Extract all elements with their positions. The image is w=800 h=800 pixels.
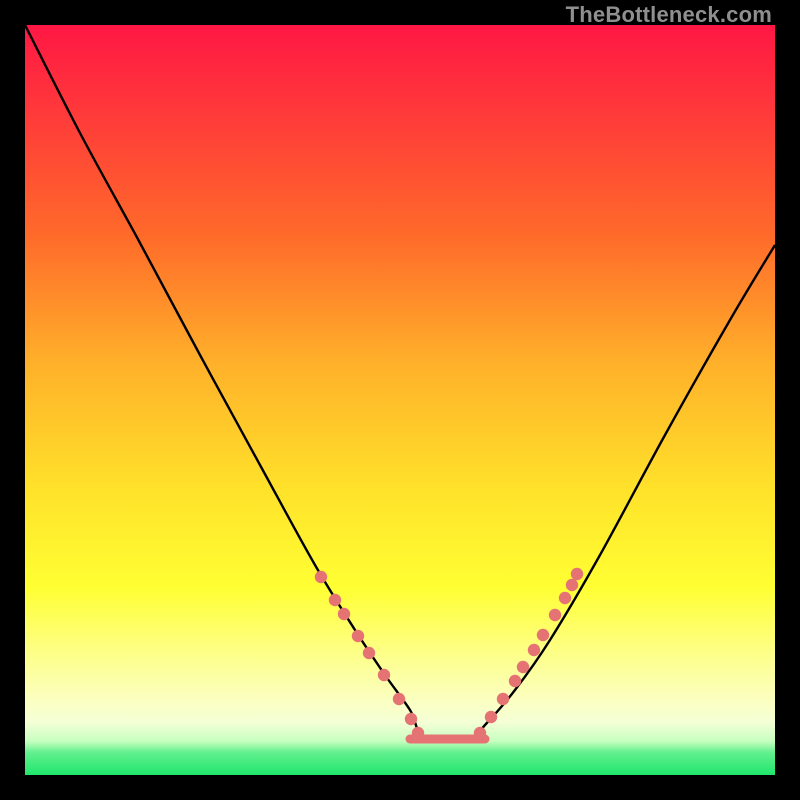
data-marker-dot (528, 644, 540, 656)
chart-plot-area (25, 25, 775, 775)
data-marker-dot (405, 713, 417, 725)
data-marker-dot (378, 669, 390, 681)
data-marker-dot (517, 661, 529, 673)
data-marker-dot (485, 711, 497, 723)
data-marker-dot (338, 608, 350, 620)
data-marker-dot (393, 693, 405, 705)
data-marker-dot (566, 579, 578, 591)
data-marker-dot (549, 609, 561, 621)
data-marker-dot (315, 571, 327, 583)
data-marker-dot (352, 630, 364, 642)
data-marker-dot (559, 592, 571, 604)
data-marker-dot (509, 675, 521, 687)
bottleneck-chart (25, 25, 775, 775)
data-marker-dot (329, 594, 341, 606)
data-marker-dot (571, 568, 583, 580)
data-marker-dot (363, 647, 375, 659)
data-marker-dot (497, 693, 509, 705)
gradient-background (25, 25, 775, 775)
data-marker-dot (537, 629, 549, 641)
watermark-text: TheBottleneck.com (566, 2, 772, 28)
